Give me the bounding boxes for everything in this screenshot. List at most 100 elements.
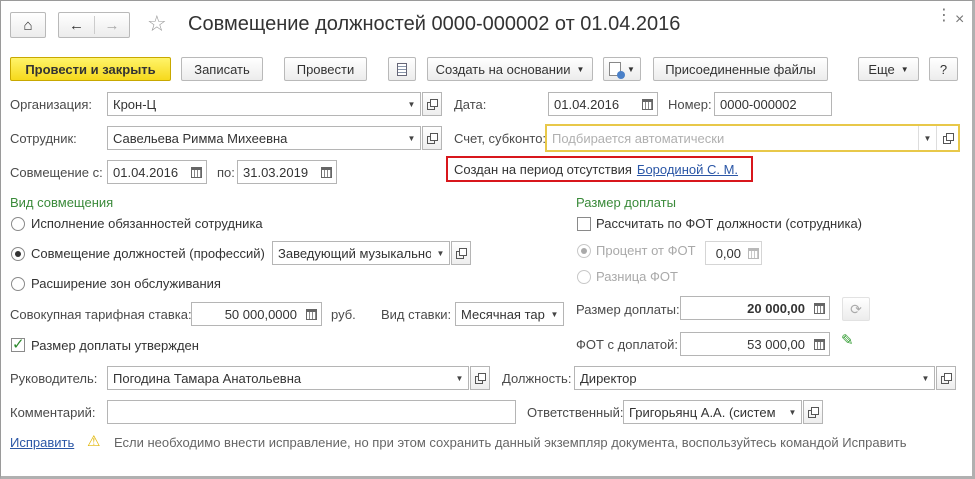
manager-label: Руководитель: [10,371,98,386]
number-label: Номер: [668,97,712,112]
radio-opt2[interactable] [11,247,25,261]
radio-opt3[interactable] [11,277,25,291]
calendar-button[interactable] [637,93,657,115]
favorite-star-icon[interactable]: ☆ [147,11,167,37]
position-field[interactable]: Директор ▼ [574,366,935,390]
open-icon-button[interactable] [936,126,958,150]
opt2-label[interactable]: Совмещение должностей (профессий) [31,246,265,262]
dropdown-arrow-icon[interactable]: ▼ [431,242,449,264]
dropdown-arrow-icon[interactable]: ▼ [402,93,420,115]
radio-fot-diff[interactable] [577,270,591,284]
absence-box: Создан на период отсутствия Бородиной С.… [446,156,753,182]
combined-position-value: Заведующий музыкально [278,245,431,261]
currency-label: руб. [331,307,356,322]
report-button[interactable] [388,57,416,81]
calendar-icon [641,98,653,110]
more-vert-icon[interactable]: ⋮ [936,8,952,24]
date-label: Дата: [454,97,487,112]
dropdown-arrow-icon[interactable]: ▼ [916,367,934,389]
combo-from-value: 01.04.2016 [113,164,179,180]
combined-position-field[interactable]: Заведующий музыкально ▼ [272,241,450,265]
window-title: Совмещение должностей 0000-000002 от 01.… [188,13,681,35]
save-button[interactable]: Записать [181,57,263,81]
comment-label: Комментарий: [10,405,96,420]
account-field[interactable]: Подбирается автоматически ▼ [545,124,960,152]
manager-field[interactable]: Погодина Тамара Анатольевна ▼ [107,366,469,390]
print-menu-button[interactable]: ▼ [603,57,641,81]
forward-arrow-icon[interactable]: → [95,17,129,34]
manager-value: Погодина Тамара Анатольевна [113,370,302,386]
open-responsible-button[interactable] [803,400,823,424]
open-icon [456,248,467,259]
employee-value: Савельева Римма Михеевна [113,130,288,146]
dropdown-arrow-icon[interactable]: ▼ [402,127,420,149]
opt3-label[interactable]: Расширение зон обслуживания [31,276,221,292]
report-icon [397,62,407,76]
home-icon: ⌂ [23,16,33,34]
calculator-button[interactable] [809,333,829,355]
home-button[interactable]: ⌂ [10,12,46,38]
account-placeholder: Подбирается автоматически [552,130,725,146]
absence-employee-link[interactable]: Бородиной С. М. [637,162,738,177]
employee-field[interactable]: Савельева Римма Михеевна ▼ [107,126,421,150]
amount-field[interactable]: 20 000,00 [680,296,830,320]
fot-with-payment-label: ФОТ с доплатой: [576,337,678,352]
open-employee-button[interactable] [422,126,442,150]
calculator-button[interactable] [809,297,829,319]
combo-to-field[interactable]: 31.03.2019 [237,160,337,184]
warning-icon: ⚠ [87,433,101,450]
number-value: 0000-000002 [720,96,797,112]
date-value: 01.04.2016 [554,96,620,112]
organization-field[interactable]: Крон-Ц ▼ [107,92,421,116]
calendar-button[interactable] [316,161,336,183]
dropdown-arrow-icon[interactable]: ▼ [918,126,936,150]
total-rate-value: 50 000,0000 [224,306,297,322]
calc-fot-checkbox[interactable] [577,217,591,231]
open-manager-button[interactable] [470,366,490,390]
position-label: Должность: [502,371,572,386]
recalculate-button[interactable]: ⟳ [842,297,870,321]
post-button[interactable]: Провести [284,57,367,81]
approved-checkbox[interactable] [11,335,25,353]
more-label: Еще [868,61,895,77]
radio-percent-fot[interactable] [577,244,591,258]
combo-to-value: 31.03.2019 [243,164,309,180]
dropdown-arrow-icon[interactable]: ▼ [783,401,801,423]
dropdown-arrow-icon[interactable]: ▼ [450,367,468,389]
responsible-field[interactable]: Григорьянц А.А. (систем ▼ [623,400,802,424]
fot-with-payment-value: 53 000,00 [747,336,805,352]
back-arrow-icon[interactable]: ← [59,17,94,34]
attached-files-button[interactable]: Присоединенные файлы [653,57,828,81]
calc-fot-label[interactable]: Рассчитать по ФОТ должности (сотрудника) [596,216,862,232]
number-field[interactable]: 0000-000002 [714,92,832,116]
create-based-button[interactable]: Создать на основании ▼ [427,57,593,81]
fot-with-payment-field[interactable]: 53 000,00 [680,332,830,356]
dropdown-arrow-icon[interactable]: ▼ [545,303,563,325]
open-position-button[interactable] [451,241,471,265]
payment-header: Размер доплаты [576,195,676,210]
open-position-button[interactable] [936,366,956,390]
open-icon [427,133,438,144]
open-organization-button[interactable] [422,92,442,116]
more-button[interactable]: Еще ▼ [858,57,919,81]
edit-pencil-icon[interactable]: ✎ [841,331,854,349]
radio-opt1[interactable] [11,217,25,231]
combo-from-field[interactable]: 01.04.2016 [107,160,207,184]
help-button[interactable]: ? [929,57,958,81]
amount-label: Размер доплаты: [576,302,680,317]
total-rate-field[interactable]: 50 000,0000 [191,302,322,326]
open-icon [942,133,954,144]
fix-link[interactable]: Исправить [10,435,74,451]
close-icon[interactable]: × [955,11,964,29]
percent-fot-field[interactable]: 0,00 [705,241,762,265]
opt1-label[interactable]: Исполнение обязанностей сотрудника [31,216,263,232]
calculator-button[interactable] [301,303,321,325]
rate-type-field[interactable]: Месячная тар ▼ [455,302,564,326]
post-and-close-button[interactable]: Провести и закрыть [10,57,171,81]
date-field[interactable]: 01.04.2016 [548,92,658,116]
calendar-button[interactable] [186,161,206,183]
comment-field[interactable] [107,400,516,424]
percent-fot-value: 0,00 [715,245,741,261]
calculator-button[interactable] [745,242,761,264]
approved-label[interactable]: Размер доплаты утвержден [31,338,199,354]
